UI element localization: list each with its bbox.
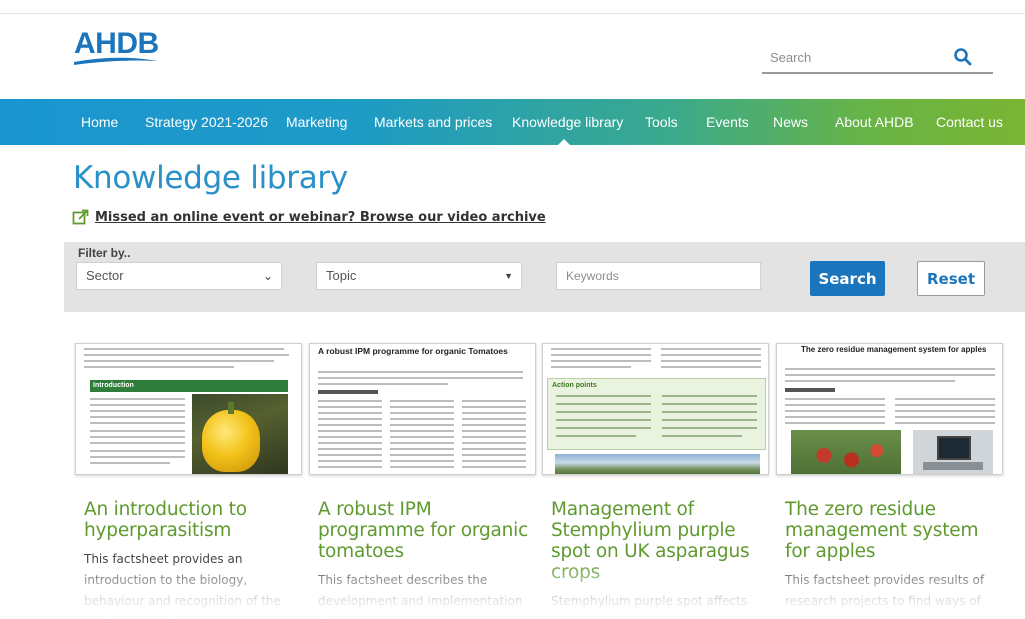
search-icon[interactable] xyxy=(953,47,973,67)
thumb-heading: A robust IPM programme for organic Tomat… xyxy=(318,346,508,356)
card-thumbnail[interactable]: Introduction xyxy=(75,343,302,475)
card-description: This factsheet describes the development… xyxy=(318,573,523,619)
card-title[interactable]: A robust IPM programme for organic tomat… xyxy=(318,499,533,562)
card-title[interactable]: The zero residue management system for a… xyxy=(785,499,1000,562)
card-title[interactable]: Management of Stemphylium purple spot on… xyxy=(551,499,766,583)
thumb-heading: The zero residue management system for a… xyxy=(801,345,987,354)
video-archive-link[interactable]: Missed an online event or webinar? Brows… xyxy=(72,207,546,227)
caret-down-icon: ▼ xyxy=(504,271,513,281)
nav-item-about[interactable]: About AHDB xyxy=(835,99,914,145)
apples-photo xyxy=(791,430,901,474)
nav-item-contact[interactable]: Contact us xyxy=(936,99,1003,145)
ahdb-logo[interactable]: AHDB xyxy=(74,28,159,68)
nav-item-home[interactable]: Home xyxy=(81,99,118,145)
card-thumbnail[interactable]: The zero residue management system for a… xyxy=(776,343,1003,475)
chevron-down-icon: ⌄ xyxy=(262,269,273,283)
nav-item-tools[interactable]: Tools xyxy=(645,99,678,145)
card-title[interactable]: An introduction to hyperparasitism xyxy=(84,499,299,541)
video-archive-link-text: Missed an online event or webinar? Brows… xyxy=(95,209,546,225)
thumb-heading: Action points xyxy=(552,382,597,389)
reset-button[interactable]: Reset xyxy=(917,261,985,296)
external-link-icon xyxy=(72,209,89,224)
nav-item-events[interactable]: Events xyxy=(706,99,749,145)
logo-swoosh-icon xyxy=(74,57,158,65)
card-description: This factsheet provides results of resea… xyxy=(785,573,985,608)
nav-item-markets-prices[interactable]: Markets and prices xyxy=(374,99,492,145)
nav-item-strategy[interactable]: Strategy 2021-2026 xyxy=(145,99,268,145)
nav-item-marketing[interactable]: Marketing xyxy=(286,99,347,145)
thumb-heading: Introduction xyxy=(90,380,288,392)
filter-bar: Filter by.. Sector ⌄ Topic ▼ Search Rese… xyxy=(64,242,1025,312)
card-description: This factsheet provides an introduction … xyxy=(84,552,281,619)
topic-select[interactable]: Topic ▼ xyxy=(316,262,522,290)
search-button[interactable]: Search xyxy=(810,261,885,296)
page-title: Knowledge library xyxy=(73,160,348,196)
keywords-input[interactable] xyxy=(556,262,761,290)
pepper-photo xyxy=(192,394,288,474)
equipment-photo xyxy=(913,430,993,474)
nav-active-indicator xyxy=(557,139,571,146)
sector-select-value: Sector xyxy=(86,268,124,283)
main-nav: Home Strategy 2021-2026 Marketing Market… xyxy=(0,99,1025,145)
asparagus-field-photo xyxy=(555,454,760,474)
card-thumbnail[interactable]: Action points xyxy=(542,343,769,475)
card-description: Stemphylium purple spot affects xyxy=(551,594,748,608)
nav-item-news[interactable]: News xyxy=(773,99,808,145)
card-thumbnail[interactable]: A robust IPM programme for organic Tomat… xyxy=(309,343,536,475)
sector-select[interactable]: Sector ⌄ xyxy=(76,262,282,290)
search-input[interactable] xyxy=(770,46,950,68)
top-divider xyxy=(0,13,1025,14)
filter-label: Filter by.. xyxy=(78,246,131,260)
topic-select-value: Topic xyxy=(326,268,357,283)
site-search xyxy=(762,40,993,74)
